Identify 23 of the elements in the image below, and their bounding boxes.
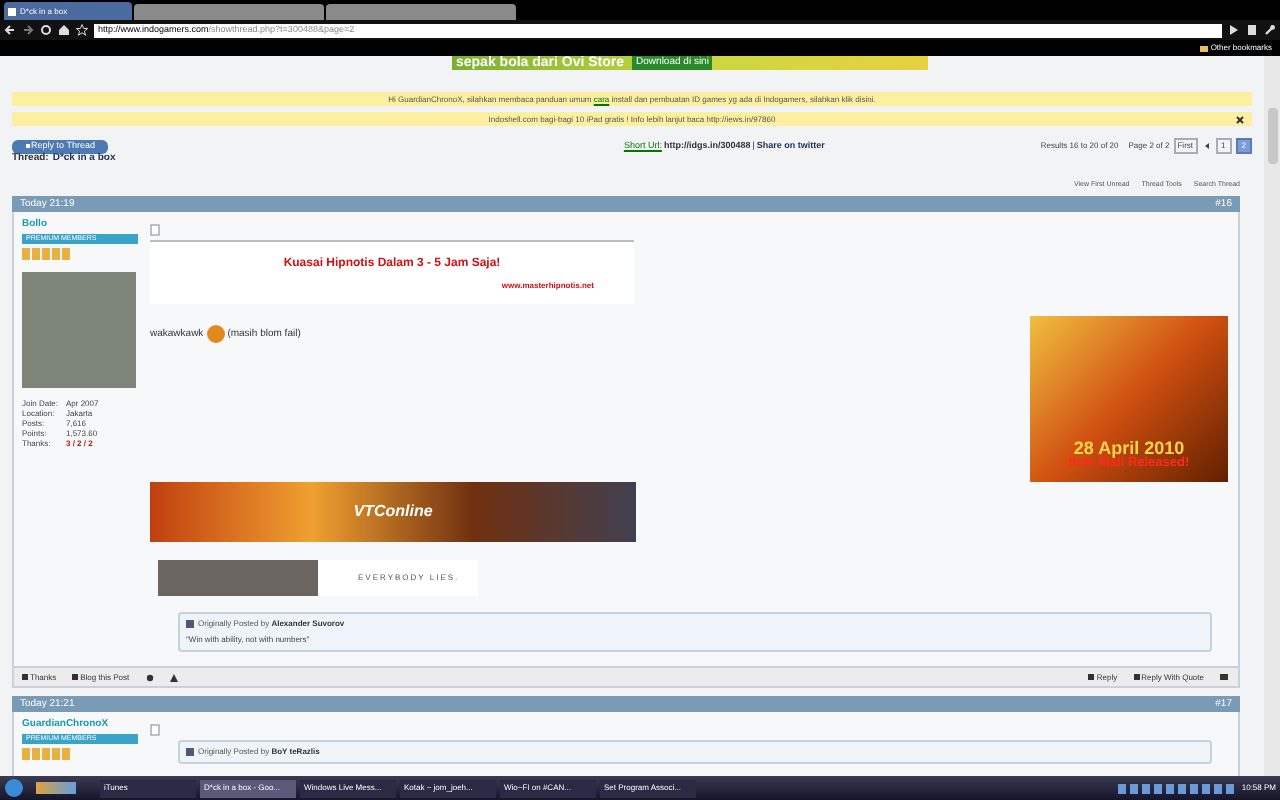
avatar-photo-placeholder <box>22 272 136 389</box>
warning-icon[interactable] <box>169 673 178 682</box>
system-tray-icons <box>1117 783 1238 793</box>
document-icon <box>150 224 160 237</box>
document-icon <box>150 724 160 737</box>
scrollbar[interactable] <box>1264 56 1280 776</box>
reload-icon[interactable] <box>40 24 52 36</box>
go-icon[interactable] <box>1228 24 1240 36</box>
banner-date: 28 April 2010 <box>1073 439 1185 458</box>
banner-logo-text: VTConline <box>353 500 433 525</box>
quote-icon <box>186 620 194 629</box>
smiley-icon <box>205 324 226 345</box>
previous-page-icon[interactable] <box>1201 140 1212 152</box>
bookmark-star-icon[interactable] <box>76 24 88 36</box>
page-menu-icon[interactable] <box>1246 24 1258 36</box>
back-icon[interactable] <box>4 24 16 36</box>
multiquote-icon[interactable] <box>1220 673 1230 682</box>
forward-icon[interactable] <box>22 24 34 36</box>
start-icon[interactable] <box>4 778 24 798</box>
wrench-icon[interactable] <box>1264 24 1276 36</box>
home-icon[interactable] <box>58 24 70 36</box>
close-icon[interactable] <box>1236 115 1244 123</box>
quote-icon <box>186 748 194 757</box>
